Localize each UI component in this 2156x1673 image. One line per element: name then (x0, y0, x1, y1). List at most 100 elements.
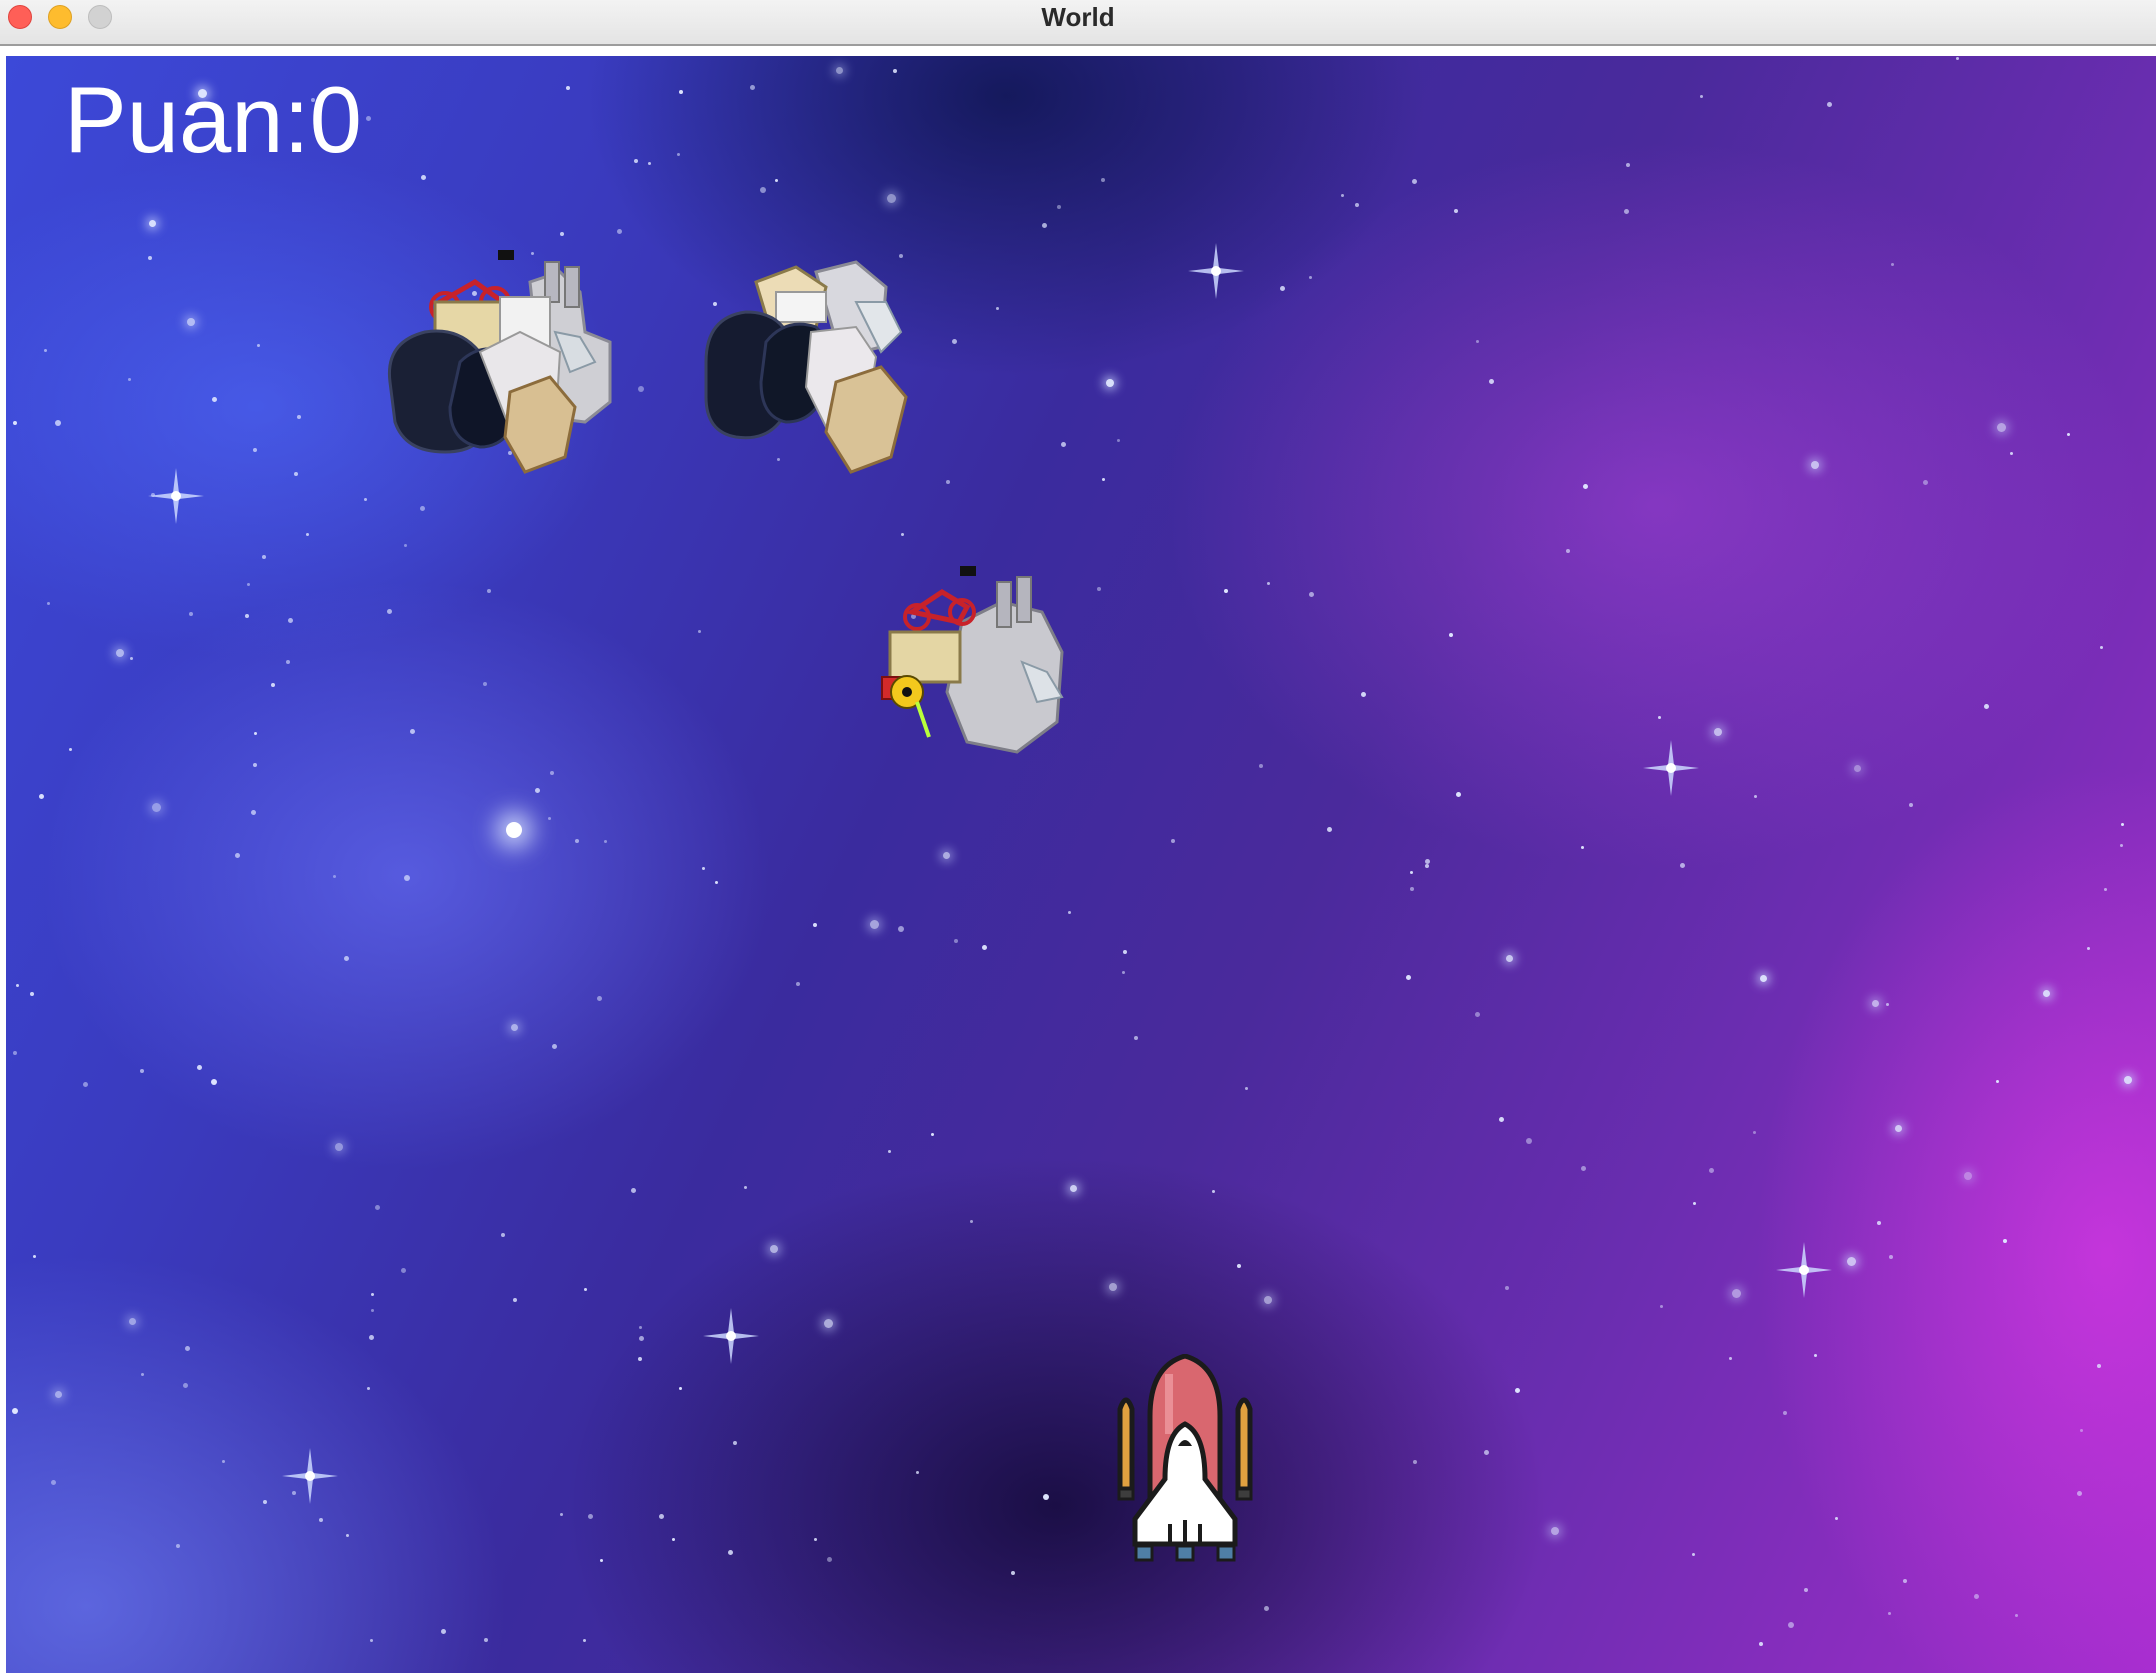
star (1259, 764, 1263, 768)
star (253, 763, 257, 767)
star (1658, 716, 1661, 719)
star (333, 875, 336, 878)
star (1043, 1494, 1049, 1500)
star (2087, 947, 2090, 950)
star (1760, 975, 1767, 982)
star (1476, 340, 1479, 343)
star (1361, 692, 1366, 697)
star (1923, 480, 1928, 485)
star (1171, 839, 1175, 843)
star (1011, 1571, 1015, 1575)
star (344, 956, 349, 961)
star (2003, 1239, 2007, 1243)
star (770, 1245, 778, 1253)
star (970, 1220, 973, 1223)
star (1410, 871, 1413, 874)
star (245, 614, 249, 618)
star (1042, 223, 1047, 228)
star (575, 839, 579, 843)
star (604, 840, 607, 843)
star (550, 771, 554, 775)
star (1245, 1087, 1248, 1090)
star (1903, 1579, 1907, 1583)
star (1309, 276, 1312, 279)
star (1566, 549, 1570, 553)
star (253, 448, 257, 452)
sparkle-star (148, 468, 204, 524)
star (715, 881, 718, 884)
star (698, 630, 701, 633)
star (39, 794, 44, 799)
star (222, 1460, 225, 1463)
star (2077, 1491, 2082, 1496)
window-title: World (1041, 2, 1115, 32)
star (1551, 1527, 1559, 1535)
star (1964, 1172, 1972, 1180)
star (1505, 1286, 1509, 1290)
star (487, 589, 491, 593)
star (130, 657, 133, 660)
star (659, 1514, 664, 1519)
star (371, 1309, 374, 1312)
star (297, 415, 301, 419)
star (2015, 1614, 2018, 1617)
star (600, 1559, 603, 1562)
star (888, 1150, 891, 1153)
star (2124, 1076, 2132, 1084)
star (1956, 57, 1959, 60)
star (1788, 1622, 1794, 1628)
star (1109, 1283, 1117, 1291)
star (548, 817, 551, 820)
star (148, 256, 152, 260)
star (560, 232, 564, 236)
star (1410, 887, 1414, 891)
star (1101, 178, 1105, 182)
star (211, 1079, 217, 1085)
space-debris-icon (387, 250, 612, 474)
star (13, 421, 17, 425)
star (887, 194, 896, 203)
sparkle-star (1188, 243, 1244, 299)
star (1097, 587, 1101, 591)
space-shuttle-icon[interactable] (1110, 1354, 1260, 1570)
star (775, 179, 778, 182)
star (1754, 795, 1757, 798)
star (1406, 975, 1411, 980)
star (1753, 1131, 1756, 1134)
star (16, 984, 19, 987)
star (617, 229, 622, 234)
star (235, 853, 240, 858)
star (185, 1346, 190, 1351)
star (1811, 461, 1819, 469)
star (176, 1544, 180, 1548)
star (1456, 792, 1461, 797)
star (560, 1513, 563, 1516)
star (2010, 452, 2013, 455)
star (638, 386, 644, 392)
star (263, 1500, 267, 1504)
star (813, 923, 817, 927)
star (401, 1268, 406, 1273)
star (69, 748, 72, 751)
star (1714, 728, 1722, 736)
star (1499, 1117, 1504, 1122)
star (702, 867, 705, 870)
star (1581, 1166, 1586, 1171)
star (744, 1186, 747, 1189)
sparkle-star (282, 1448, 338, 1504)
star (251, 810, 256, 815)
star (1224, 589, 1228, 593)
score-label: Puan:0 (64, 67, 362, 172)
star (1070, 1185, 1077, 1192)
star (51, 1480, 56, 1485)
star (364, 498, 367, 501)
title-bar[interactable]: World (0, 0, 2156, 46)
star (1061, 442, 1066, 447)
star (387, 609, 392, 614)
star (483, 682, 487, 686)
star (1123, 950, 1127, 954)
star (441, 1629, 446, 1634)
star (1891, 263, 1894, 266)
star (1783, 1411, 1787, 1415)
game-canvas[interactable]: Puan:0 (6, 56, 2156, 1673)
